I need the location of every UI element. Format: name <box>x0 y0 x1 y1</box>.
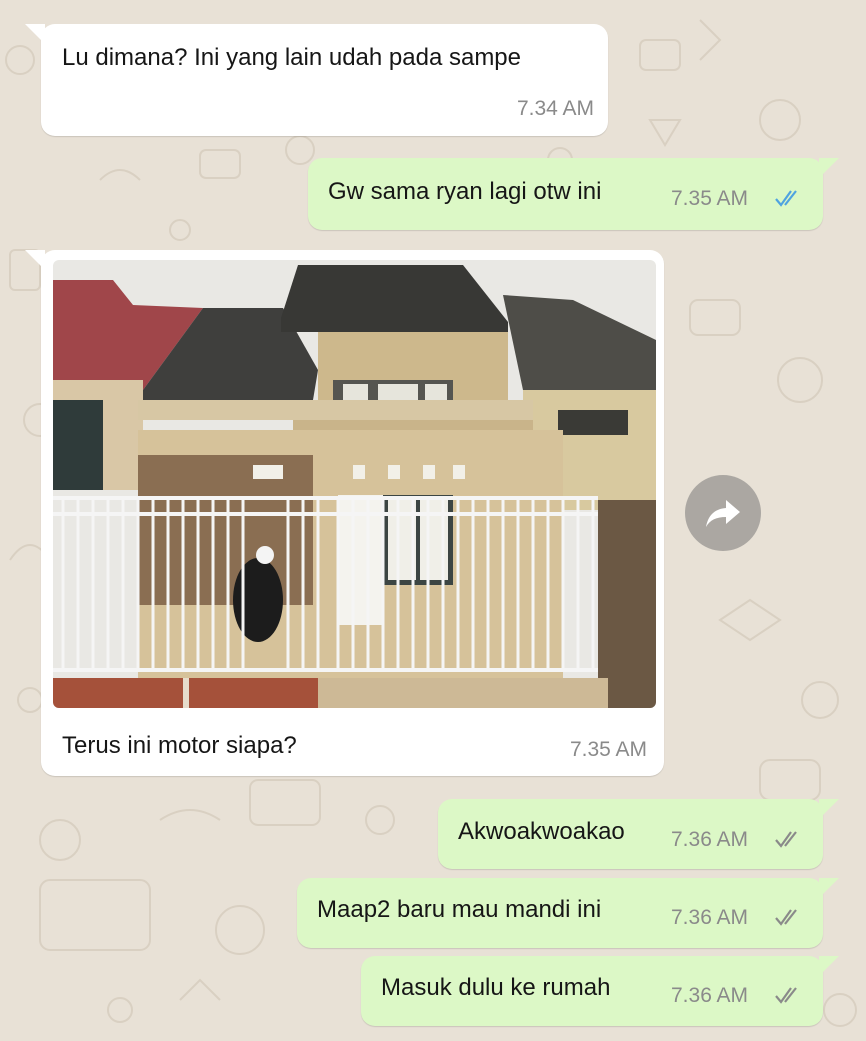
house-photo[interactable] <box>53 260 656 708</box>
message-timestamp: 7.35 AM <box>569 738 647 761</box>
image-caption: Terus ini motor siapa? <box>62 732 297 759</box>
bubble-tail <box>819 158 839 178</box>
message-bubble-outgoing[interactable]: Gw sama ryan lagi otw ini 7.35 AM <box>308 158 839 230</box>
message-bubble-outgoing[interactable]: Masuk dulu ke rumah 7.36 AM <box>361 956 839 1026</box>
message-text: Masuk dulu ke rumah <box>381 974 611 1001</box>
bubble-tail <box>819 878 839 898</box>
delivered-ticks-icon <box>775 987 797 1004</box>
image-message-bubble[interactable]: Terus ini motor siapa? 7.35 AM <box>25 250 664 776</box>
message-text: Akwoakwoakao <box>458 818 625 845</box>
message-timestamp: 7.35 AM <box>671 187 749 210</box>
bubble-tail <box>25 24 45 44</box>
message-timestamp: 7.36 AM <box>671 984 749 1007</box>
read-ticks-icon <box>775 190 797 207</box>
message-timestamp: 7.36 AM <box>671 828 749 851</box>
message-bubble-incoming[interactable]: Lu dimana? Ini yang lain udah pada sampe… <box>25 24 608 136</box>
forward-button[interactable] <box>685 475 761 551</box>
forward-arrow-icon <box>706 500 740 527</box>
message-text: Maap2 baru mau mandi ini <box>317 896 602 923</box>
message-text: Lu dimana? Ini yang lain udah pada sampe <box>62 44 521 71</box>
message-bubble-outgoing[interactable]: Maap2 baru mau mandi ini 7.36 AM <box>297 878 839 948</box>
message-bubble-outgoing[interactable]: Akwoakwoakao 7.36 AM <box>438 799 839 869</box>
delivered-ticks-icon <box>775 831 797 848</box>
bubble-tail <box>819 956 839 976</box>
bubble-tail <box>819 799 839 819</box>
message-text: Gw sama ryan lagi otw ini <box>328 178 602 205</box>
message-timestamp: 7.34 AM <box>516 97 594 120</box>
bubble-tail <box>25 250 45 270</box>
delivered-ticks-icon <box>775 909 797 926</box>
message-timestamp: 7.36 AM <box>671 906 749 929</box>
